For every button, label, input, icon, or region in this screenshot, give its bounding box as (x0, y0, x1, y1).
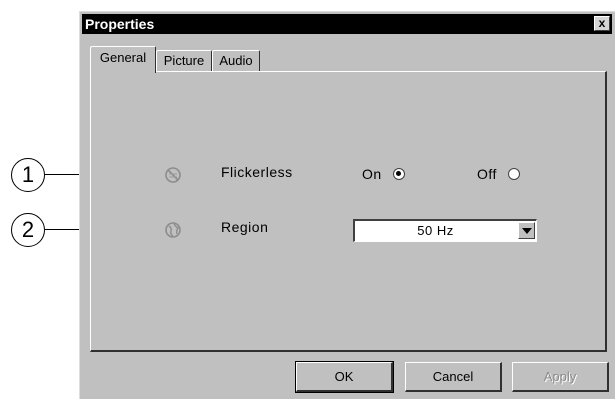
chevron-down-icon[interactable] (518, 222, 535, 239)
callout-1: 1 (11, 158, 45, 192)
region-label: Region (221, 219, 269, 235)
region-select-value: 50 Hz (417, 223, 454, 238)
cancel-button[interactable]: Cancel (405, 362, 502, 392)
region-select[interactable]: 50 Hz (353, 219, 537, 242)
flickerless-on-label: On (362, 166, 382, 182)
callout-2: 2 (11, 213, 45, 247)
properties-window: Properties x General Picture Audio Flick… (79, 11, 615, 399)
tab-picture[interactable]: Picture (156, 50, 212, 72)
title-bar: Properties x (82, 14, 612, 34)
apply-button[interactable]: Apply (512, 362, 609, 392)
flickerless-on-radio[interactable] (393, 168, 405, 180)
flickerless-label: Flickerless (221, 164, 293, 180)
tab-audio[interactable]: Audio (212, 50, 260, 72)
flickerless-off-label: Off (477, 166, 497, 182)
tab-general[interactable]: General (90, 46, 156, 73)
ok-button[interactable]: OK (295, 361, 394, 393)
flickerless-off-radio[interactable] (508, 168, 520, 180)
flicker-icon (165, 167, 181, 183)
window-title: Properties (85, 16, 155, 32)
globe-icon (165, 222, 181, 238)
close-button[interactable]: x (594, 16, 610, 31)
general-panel (90, 71, 607, 352)
